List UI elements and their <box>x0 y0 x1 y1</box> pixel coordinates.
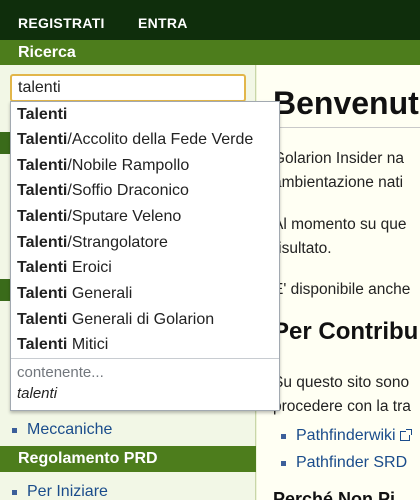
containing-search-term[interactable]: talenti <box>17 385 57 402</box>
prd-section-header: Regolamento PRD <box>0 446 256 472</box>
main-content: Benvenut Golarion Insider na ambientazio… <box>257 65 420 500</box>
bullet-icon <box>281 433 286 439</box>
search-section-header: Ricerca <box>0 40 420 65</box>
contribute-line-2: procedere con la tra <box>273 398 411 415</box>
dropdown-divider <box>11 358 279 359</box>
pathfinder-srd-link[interactable]: Pathfinder SRD <box>281 454 407 472</box>
page-title: Benvenut <box>273 85 419 121</box>
suggestion-item[interactable]: Talenti Eroici <box>17 259 112 277</box>
link-label: Pathfinderwiki <box>296 427 396 444</box>
intro-line-1: Golarion Insider na <box>273 150 404 167</box>
suggestion-item[interactable]: Talenti/Sputare Veleno <box>17 208 181 226</box>
suggestion-item[interactable]: Talenti/Soffio Draconico <box>17 182 189 200</box>
title-divider <box>273 127 420 128</box>
prd-section-title: Regolamento PRD <box>18 450 158 467</box>
suggestion-item[interactable]: Talenti Generali di Golarion <box>17 311 214 329</box>
why-heading: Perché Non Pi <box>273 489 396 500</box>
external-link-icon <box>399 429 412 441</box>
bullet-icon <box>12 427 17 433</box>
bullet-icon <box>281 460 286 466</box>
link-label: Pathfinder SRD <box>296 454 408 471</box>
suggestion-item[interactable]: Talenti/Nobile Rampollo <box>17 157 189 175</box>
sidebar-item-label: Per Iniziare <box>27 483 108 500</box>
register-link[interactable]: REGISTRATI <box>18 15 105 31</box>
search-input[interactable] <box>10 74 246 102</box>
pathfinderwiki-link[interactable]: Pathfinderwiki <box>281 427 412 445</box>
intro-line-2: ambientazione nati <box>273 174 404 191</box>
suggestion-item[interactable]: Talenti Generali <box>17 285 132 303</box>
suggestion-item[interactable]: Talenti <box>17 106 67 124</box>
availability-line: E' disponibile anche <box>273 281 411 298</box>
sidebar-item-per-iniziare[interactable]: Per Iniziare <box>12 483 108 500</box>
suggestion-item[interactable]: Talenti/Strangolatore <box>17 234 168 252</box>
sidebar-item-label: Meccaniche <box>27 421 113 438</box>
search-suggestions-dropdown: Talenti Talenti/Accolito della Fede Verd… <box>10 101 280 411</box>
contribute-heading: Per Contribu <box>273 318 419 345</box>
contribute-line-1: Su questo sito sono <box>273 374 410 391</box>
status-line-1: Al momento su que <box>273 216 407 233</box>
top-navigation-bar: REGISTRATI ENTRA <box>0 0 420 40</box>
login-link[interactable]: ENTRA <box>138 15 188 31</box>
suggestion-item[interactable]: Talenti/Accolito della Fede Verde <box>17 131 253 149</box>
containing-search-option[interactable]: contenente... <box>17 364 104 381</box>
bullet-icon <box>12 489 17 495</box>
search-section-title: Ricerca <box>18 43 76 61</box>
status-line-2: risultato. <box>273 240 332 257</box>
sidebar-item-meccaniche[interactable]: Meccaniche <box>12 421 112 439</box>
suggestion-item[interactable]: Talenti Mitici <box>17 336 108 354</box>
